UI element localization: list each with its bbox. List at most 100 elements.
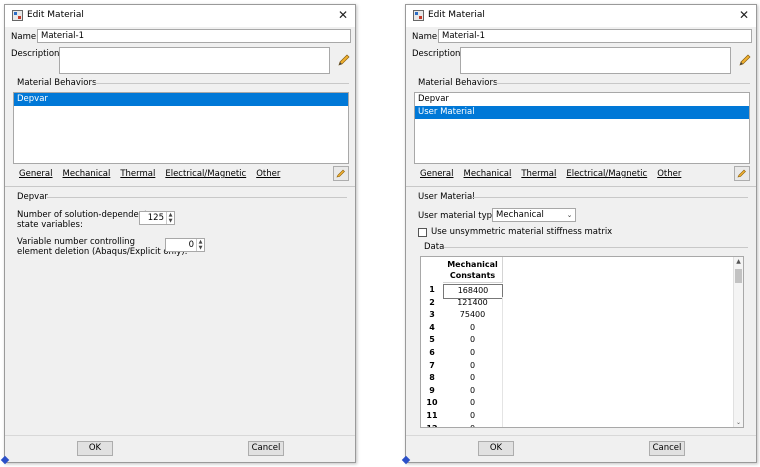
deletion-value: 0 bbox=[188, 240, 194, 250]
dialog-footer: OK Cancel bbox=[5, 435, 355, 462]
table-row: 10 0 bbox=[421, 397, 503, 410]
constant-cell[interactable]: 0 bbox=[443, 372, 503, 385]
arrow-down-icon[interactable]: ▼ bbox=[167, 218, 174, 224]
state-vars-spinner[interactable]: 125 ▲ ▼ bbox=[139, 211, 175, 225]
name-label: Name: bbox=[11, 32, 39, 42]
close-button[interactable]: ✕ bbox=[737, 8, 751, 22]
constants-table[interactable]: Mechanical Constants 1 168400 2 121400 3 7540… bbox=[420, 256, 744, 428]
separator bbox=[95, 83, 349, 84]
row-number: 6 bbox=[429, 348, 435, 357]
row-number: 4 bbox=[429, 322, 435, 332]
pencil-edit-icon[interactable] bbox=[337, 53, 351, 67]
table-row: 40 bbox=[421, 321, 503, 335]
title-bar: Edit Material ✕ bbox=[5, 5, 355, 27]
separator bbox=[472, 197, 748, 198]
material-app-icon bbox=[413, 10, 424, 21]
cancel-button[interactable]: Cancel bbox=[248, 441, 284, 456]
section-title: Depvar bbox=[17, 192, 48, 202]
name-field[interactable]: Material-1 bbox=[438, 29, 752, 43]
description-field[interactable] bbox=[59, 47, 330, 74]
constant-cell[interactable]: 0 bbox=[443, 384, 503, 398]
menu-general[interactable]: General bbox=[19, 169, 53, 179]
behavior-item-user-material[interactable]: User Material bbox=[415, 106, 749, 119]
constant-cell[interactable]: 121400 bbox=[443, 296, 503, 310]
user-material-type-value: Mechanical bbox=[496, 210, 544, 220]
constant-cell[interactable]: 75400 bbox=[443, 309, 503, 322]
menu-mechanical[interactable]: Mechanical bbox=[464, 169, 512, 179]
edit-behavior-button[interactable] bbox=[734, 166, 750, 181]
constant-cell[interactable]: 0 bbox=[443, 410, 503, 423]
unsymmetric-label: Use unsymmetric material stiffness matri… bbox=[431, 227, 613, 237]
table-row: 90 bbox=[421, 384, 503, 398]
edit-behavior-button[interactable] bbox=[333, 166, 349, 181]
state-vars-value: 125 bbox=[147, 213, 164, 223]
table-row: 3 75400 bbox=[421, 309, 503, 322]
column-header-mechanical-constants: Mechanical Constants bbox=[443, 257, 503, 283]
row-number: 2 bbox=[429, 297, 435, 307]
menu-thermal[interactable]: Thermal bbox=[521, 169, 556, 179]
constant-cell[interactable]: 0 bbox=[443, 321, 503, 335]
row-number: 3 bbox=[429, 310, 435, 320]
spin-arrows[interactable]: ▲ ▼ bbox=[196, 239, 204, 251]
behaviors-list[interactable]: Depvar bbox=[13, 92, 349, 164]
row-number: 1 bbox=[429, 285, 435, 294]
data-label: Data bbox=[424, 242, 445, 252]
menu-mechanical[interactable]: Mechanical bbox=[63, 169, 111, 179]
scroll-up-icon[interactable]: ▲ bbox=[734, 257, 743, 266]
constant-cell[interactable]: 0 bbox=[443, 334, 503, 347]
behavior-menubar: General Mechanical Thermal Electrical/Magne… bbox=[19, 169, 290, 183]
unsymmetric-checkbox[interactable] bbox=[418, 228, 427, 237]
material-behaviors-label: Material Behaviors bbox=[17, 78, 97, 88]
menu-thermal[interactable]: Thermal bbox=[120, 169, 155, 179]
edit-material-dialog-depvar: Edit Material ✕ Name: Material-1 Descrip… bbox=[0, 4, 356, 465]
vertical-scrollbar[interactable]: ▲ ⌄ bbox=[733, 257, 743, 427]
cancel-button[interactable]: Cancel bbox=[649, 441, 685, 456]
user-material-type-label: User material type: bbox=[418, 211, 501, 221]
arrow-down-icon[interactable]: ▼ bbox=[197, 245, 204, 251]
menu-general[interactable]: General bbox=[420, 169, 454, 179]
row-number: 9 bbox=[429, 385, 435, 395]
material-behaviors-label: Material Behaviors bbox=[418, 78, 498, 88]
row-number: 5 bbox=[429, 335, 435, 345]
table-row: 60 bbox=[421, 347, 503, 360]
table-row: 1 168400 bbox=[421, 284, 503, 299]
description-field[interactable] bbox=[460, 47, 731, 74]
table-row: 80 bbox=[421, 372, 503, 385]
window-title: Edit Material bbox=[27, 10, 84, 20]
scroll-down-icon[interactable]: ⌄ bbox=[734, 418, 743, 427]
header-line1: Mechanical bbox=[447, 260, 498, 269]
description-label: Description: bbox=[11, 49, 63, 59]
constant-cell[interactable]: 0 bbox=[443, 347, 503, 360]
pencil-edit-icon[interactable] bbox=[738, 53, 752, 67]
constant-cell[interactable]: 0 bbox=[443, 359, 503, 373]
behaviors-list[interactable]: Depvar User Material bbox=[414, 92, 750, 164]
ok-button[interactable]: OK bbox=[478, 441, 514, 456]
menu-other[interactable]: Other bbox=[657, 169, 681, 179]
spin-arrows[interactable]: ▲ ▼ bbox=[166, 212, 174, 224]
menu-other[interactable]: Other bbox=[256, 169, 280, 179]
scroll-thumb[interactable] bbox=[735, 269, 742, 283]
row-number: 10 bbox=[426, 398, 438, 408]
dialog-footer: OK Cancel bbox=[406, 435, 756, 462]
description-label: Description: bbox=[412, 49, 464, 59]
behavior-item-depvar[interactable]: Depvar bbox=[14, 93, 348, 106]
separator bbox=[496, 83, 750, 84]
menu-electrical-magnetic[interactable]: Electrical/Magnetic bbox=[165, 169, 246, 179]
name-label: Name: bbox=[412, 32, 440, 42]
deletion-label-line1: Variable number controlling bbox=[17, 237, 135, 247]
table-row: 11 0 bbox=[421, 410, 503, 423]
ok-button[interactable]: OK bbox=[77, 441, 113, 456]
separator bbox=[406, 186, 756, 187]
behavior-item-depvar[interactable]: Depvar bbox=[415, 93, 749, 106]
row-number: 12 bbox=[421, 423, 443, 427]
chevron-down-icon[interactable]: ⌄ bbox=[564, 209, 575, 221]
deletion-spinner[interactable]: 0 ▲ ▼ bbox=[165, 238, 205, 252]
menu-electrical-magnetic[interactable]: Electrical/Magnetic bbox=[566, 169, 647, 179]
behavior-menubar: General Mechanical Thermal Electrical/Magne… bbox=[420, 169, 691, 183]
separator bbox=[47, 197, 347, 198]
name-field[interactable]: Material-1 bbox=[37, 29, 351, 43]
user-material-type-select[interactable]: Mechanical ⌄ bbox=[492, 208, 576, 222]
constant-cell[interactable]: 0 bbox=[443, 397, 503, 410]
constant-cell[interactable]: 0 bbox=[443, 422, 503, 427]
close-button[interactable]: ✕ bbox=[336, 8, 350, 22]
